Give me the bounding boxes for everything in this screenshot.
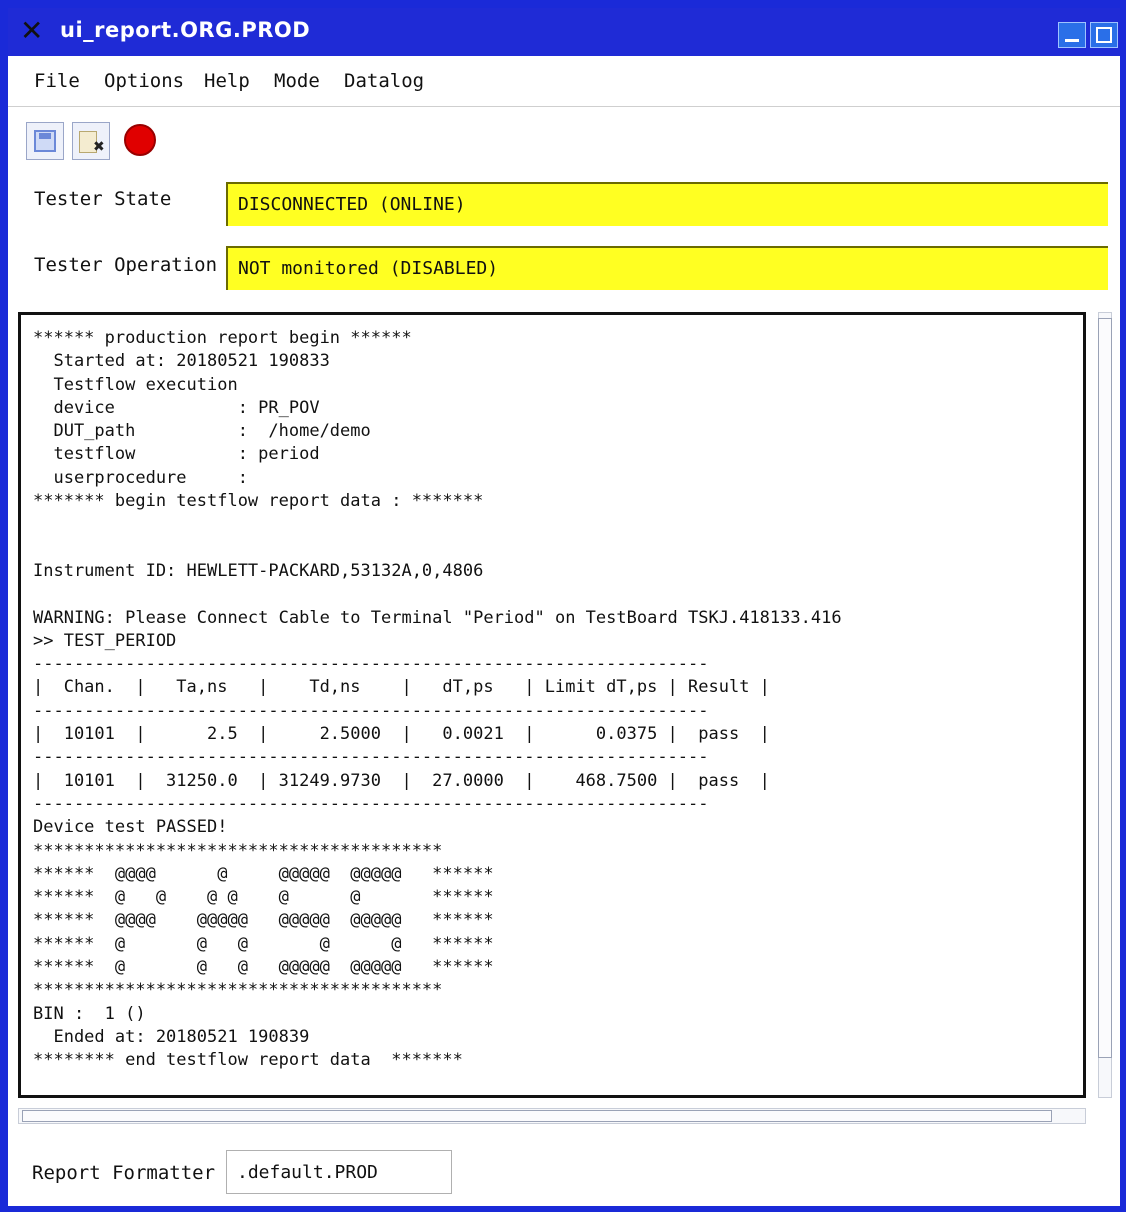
report-formatter-value: .default.PROD <box>237 1162 378 1183</box>
close-x-icon: ✖ <box>93 139 105 155</box>
vertical-scrollbar[interactable] <box>1094 312 1114 1098</box>
maximize-button[interactable] <box>1090 22 1118 48</box>
stop-icon <box>124 124 156 156</box>
stop-button[interactable] <box>122 122 160 160</box>
menu-options[interactable]: Options <box>104 70 184 92</box>
close-file-button[interactable]: ✖ <box>72 122 110 160</box>
tester-state-label: Tester State <box>34 188 172 210</box>
tester-state-value: DISCONNECTED (ONLINE) <box>238 194 466 215</box>
tester-state-field: DISCONNECTED (ONLINE) <box>226 182 1108 226</box>
tester-operation-label: Tester Operation <box>34 254 218 276</box>
menu-help[interactable]: Help <box>204 70 250 92</box>
report-window: ✕ ui_report.ORG.PROD File Options Help M… <box>8 8 1120 1206</box>
report-formatter-label: Report Formatter <box>32 1162 216 1184</box>
save-icon <box>34 130 56 152</box>
report-text-area[interactable]: ****** production report begin ****** St… <box>18 312 1086 1098</box>
menu-bar: File Options Help Mode Datalog <box>8 56 1120 107</box>
toolbar: ✖ <box>26 122 226 162</box>
horizontal-scrollbar[interactable] <box>18 1104 1086 1128</box>
save-button[interactable] <box>26 122 64 160</box>
title-bar[interactable]: ✕ ui_report.ORG.PROD <box>8 8 1120 56</box>
vertical-scroll-thumb[interactable] <box>1098 318 1112 1058</box>
report-content: ****** production report begin ****** St… <box>33 328 842 1071</box>
tester-operation-field: NOT monitored (DISABLED) <box>226 246 1108 290</box>
horizontal-scroll-thumb[interactable] <box>22 1110 1052 1122</box>
x-app-icon: ✕ <box>20 14 44 47</box>
report-formatter-field[interactable]: .default.PROD <box>226 1150 452 1194</box>
minimize-button[interactable] <box>1058 22 1086 48</box>
menu-mode[interactable]: Mode <box>274 70 320 92</box>
menu-file[interactable]: File <box>34 70 80 92</box>
tester-operation-value: NOT monitored (DISABLED) <box>238 258 499 279</box>
menu-datalog[interactable]: Datalog <box>344 70 424 92</box>
window-title: ui_report.ORG.PROD <box>60 18 311 42</box>
